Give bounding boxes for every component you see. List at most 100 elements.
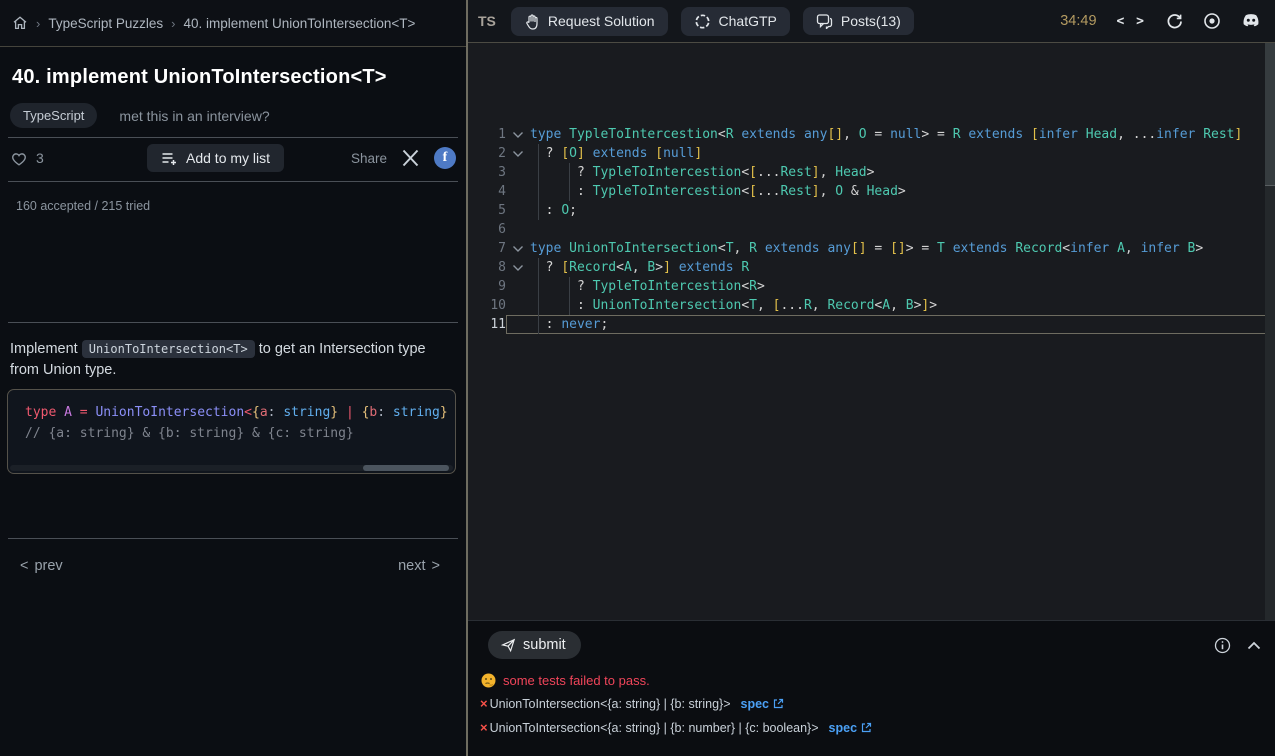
submit-label: submit — [523, 637, 566, 653]
failed-test-row: × UnionToIntersection<{a: string} | {b: … — [480, 720, 872, 735]
info-button[interactable] — [1214, 637, 1231, 654]
external-link-icon — [861, 722, 872, 733]
info-icon — [1214, 637, 1231, 654]
example-code: type A = UnionToIntersection<{a: string}… — [25, 405, 448, 441]
record-button[interactable] — [1203, 12, 1221, 30]
example-scrollbar-thumb[interactable] — [363, 465, 449, 471]
discord-button[interactable] — [1241, 13, 1261, 29]
editor-code: 1 type TypleToIntercestion<R extends any[… — [468, 43, 1275, 334]
refresh-icon — [1166, 13, 1183, 30]
language-badge: TypeScript — [10, 103, 98, 128]
breadcrumb-item-current: 40. implement UnionToIntersection<T> — [183, 15, 416, 31]
code-line[interactable]: 4 : TypleToIntercestion<[...Rest], O & H… — [468, 182, 1275, 201]
breadcrumb-separator: › — [171, 15, 176, 31]
line-number: 7 — [498, 241, 506, 256]
panel-resize-handle[interactable] — [466, 0, 468, 756]
divider — [8, 137, 458, 138]
fold-gutter — [506, 277, 530, 296]
line-number: 1 — [498, 127, 506, 142]
breadcrumb-separator: › — [36, 15, 41, 31]
code-line[interactable]: 10 : UnionToIntersection<T, [...R, Recor… — [468, 296, 1275, 315]
code-line[interactable]: 11 : never; — [468, 315, 1275, 334]
reset-button[interactable] — [1166, 13, 1183, 30]
acceptance-stats: 160 accepted / 215 tried — [16, 199, 151, 213]
code-brackets-icon: < > — [1116, 13, 1146, 29]
next-button[interactable]: next > — [398, 558, 440, 574]
fold-chevron-icon[interactable] — [506, 258, 530, 277]
divider — [8, 538, 458, 539]
line-number: 11 — [490, 317, 506, 332]
request-solution-button[interactable]: Request Solution — [510, 6, 668, 36]
line-number: 8 — [498, 260, 506, 275]
timer: 34:49 — [1060, 13, 1097, 29]
chatgtp-label: ChatGTP — [718, 13, 777, 29]
interview-link[interactable]: met this in an interview? — [119, 108, 269, 124]
line-number: 2 — [498, 146, 506, 161]
line-number: 4 — [498, 184, 506, 199]
failed-test-label: UnionToIntersection<{a: string} | {b: st… — [489, 696, 731, 711]
line-number: 10 — [490, 298, 506, 313]
chatgtp-button[interactable]: ChatGTP — [680, 6, 790, 36]
like-button[interactable]: 3 — [10, 150, 44, 167]
spec-link-label: spec — [828, 720, 858, 735]
home-icon[interactable] — [12, 15, 28, 31]
request-solution-label: Request Solution — [547, 13, 655, 29]
example-code-block: type A = UnionToIntersection<{a: string}… — [7, 389, 456, 474]
fold-chevron-icon[interactable] — [506, 239, 530, 258]
code-line[interactable]: 7 type UnionToIntersection<T, R extends a… — [468, 239, 1275, 258]
editor-panel: TS Request Solution ChatGTP Posts(13) 34… — [468, 0, 1275, 756]
editor-scrollbar-thumb[interactable] — [1265, 43, 1275, 186]
code-line[interactable]: 9 ? TypleToIntercestion<R> — [468, 277, 1275, 296]
code-line[interactable]: 3 ? TypleToIntercestion<[...Rest], Head> — [468, 163, 1275, 182]
spec-link-label: spec — [740, 696, 770, 711]
fold-gutter — [506, 220, 530, 239]
share-label: Share — [350, 150, 387, 166]
code-line[interactable]: 8 ? [Record<A, B>] extends R — [468, 258, 1275, 277]
openai-icon — [694, 13, 711, 30]
like-count: 3 — [36, 150, 44, 166]
code-line[interactable]: 5 : O; — [468, 201, 1275, 220]
send-icon — [500, 637, 516, 653]
spec-link[interactable]: spec — [741, 697, 785, 711]
inline-code-chip: UnionToIntersection<T> — [81, 340, 255, 358]
add-to-list-button[interactable]: Add to my list — [147, 144, 285, 172]
facebook-icon[interactable]: f — [434, 147, 456, 169]
thinking-emoji-icon — [481, 673, 496, 688]
line-number: 5 — [498, 203, 506, 218]
editor-toolbar: TS Request Solution ChatGTP Posts(13) 34… — [468, 0, 1275, 43]
collapse-panel-button[interactable] — [1247, 641, 1261, 650]
test-status-message: some tests failed to pass. — [503, 673, 650, 688]
ts-logo: TS — [478, 13, 496, 29]
fold-gutter — [506, 201, 530, 220]
code-editor[interactable]: 1 type TypleToIntercestion<R extends any[… — [468, 43, 1275, 620]
fold-gutter — [506, 315, 530, 334]
code-view-button[interactable]: < > — [1117, 14, 1146, 29]
x-twitter-icon[interactable] — [401, 149, 420, 167]
line-number: 3 — [498, 165, 506, 180]
fold-chevron-icon[interactable] — [506, 144, 530, 163]
example-scrollbar — [10, 465, 453, 471]
posts-button[interactable]: Posts(13) — [802, 7, 914, 35]
code-line[interactable]: 1 type TypleToIntercestion<R extends any[… — [468, 125, 1275, 144]
failed-test-row: × UnionToIntersection<{a: string} | {b: … — [480, 696, 784, 711]
breadcrumb-item-puzzles[interactable]: TypeScript Puzzles — [48, 16, 163, 31]
chevron-up-icon — [1247, 641, 1261, 650]
puzzle-panel: › TypeScript Puzzles › 40. implement Uni… — [0, 0, 466, 756]
fail-x-icon: × — [480, 720, 488, 735]
results-panel: submit some tests failed to pass. × Unio… — [468, 620, 1275, 756]
code-line[interactable]: 6 — [468, 220, 1275, 239]
fold-gutter — [506, 163, 530, 182]
prev-label: prev — [34, 558, 63, 574]
spec-link[interactable]: spec — [829, 721, 873, 735]
submit-button[interactable]: submit — [488, 631, 581, 659]
page-title: 40. implement UnionToIntersection<T> — [12, 66, 387, 88]
fold-chevron-icon[interactable] — [506, 125, 530, 144]
fold-gutter — [506, 182, 530, 201]
puzzle-description: Implement UnionToIntersection<T> to get … — [10, 339, 458, 381]
external-link-icon — [773, 698, 784, 709]
code-line[interactable]: 2 ? [O] extends [null] — [468, 144, 1275, 163]
description-text: Implement — [10, 341, 82, 357]
prev-button[interactable]: < prev — [20, 558, 63, 574]
divider — [8, 181, 458, 182]
prev-arrow-icon: < — [20, 558, 29, 574]
